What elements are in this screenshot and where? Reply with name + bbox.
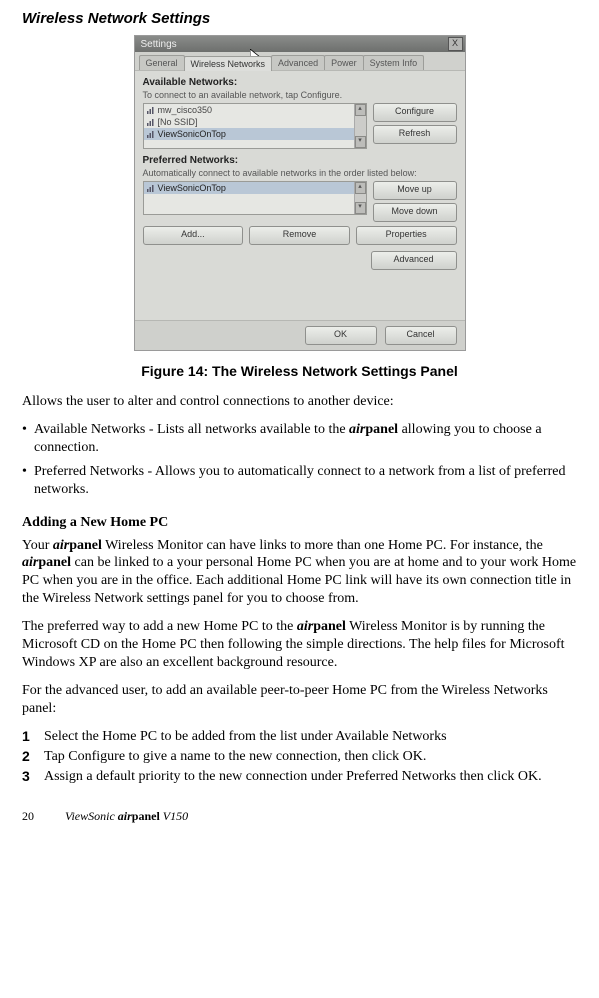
paragraph: The preferred way to add a new Home PC t… [22, 618, 577, 672]
scrollbar[interactable]: ▴▾ [354, 182, 366, 214]
close-icon[interactable]: X [448, 37, 463, 51]
ok-button[interactable]: OK [305, 326, 377, 345]
step-number: 2 [22, 748, 44, 766]
move-down-button[interactable]: Move down [373, 203, 457, 222]
available-networks-sub: To connect to an available network, tap … [143, 90, 457, 100]
remove-button[interactable]: Remove [249, 226, 350, 245]
text: Available Networks - Lists all networks … [34, 422, 349, 437]
bold-text: panel [132, 809, 160, 823]
text: can be linked to a your personal Home PC… [22, 555, 576, 606]
list-item[interactable]: [No SSID] [144, 116, 366, 128]
tab-wireless-networks[interactable]: Wireless Networks [184, 56, 273, 71]
bullet-list: Available Networks - Lists all networks … [22, 421, 577, 499]
intro-text: Allows the user to alter and control con… [22, 393, 577, 411]
tab-system-info[interactable]: System Info [363, 55, 425, 70]
tab-advanced[interactable]: Advanced [271, 55, 325, 70]
text: The preferred way to add a new Home PC t… [22, 619, 297, 634]
step-number: 1 [22, 728, 44, 746]
figure-caption: Figure 14: The Wireless Network Settings… [22, 363, 577, 379]
paragraph: Your airpanel Wireless Monitor can have … [22, 537, 577, 609]
bold-text: panel [38, 555, 71, 570]
cancel-button[interactable]: Cancel [385, 326, 457, 345]
italic-text: air [349, 422, 365, 437]
scroll-up-icon[interactable]: ▴ [355, 104, 366, 116]
italic-text: air [297, 619, 313, 634]
available-networks-group: Available Networks: To connect to an ava… [143, 77, 457, 149]
tab-power[interactable]: Power [324, 55, 364, 70]
preferred-networks-title: Preferred Networks: [143, 155, 457, 166]
italic-text: air [118, 809, 132, 823]
available-networks-list[interactable]: mw_cisco350 [No SSID] ViewSonicOnTop ▴▾ [143, 103, 367, 149]
scroll-up-icon[interactable]: ▴ [355, 182, 366, 194]
text: Wireless Monitor can have links to more … [102, 538, 543, 553]
step-text: Assign a default priority to the new con… [44, 768, 577, 786]
move-up-button[interactable]: Move up [373, 181, 457, 200]
tab-general[interactable]: General [139, 55, 185, 70]
bold-text: panel [365, 422, 398, 437]
scroll-down-icon[interactable]: ▾ [355, 202, 366, 214]
list-item[interactable]: mw_cisco350 [144, 104, 366, 116]
list-item-label: [No SSID] [158, 117, 198, 127]
list-item[interactable]: ViewSonicOnTop [144, 182, 366, 194]
num-item: 3Assign a default priority to the new co… [22, 768, 577, 786]
step-text: Select the Home PC to be added from the … [44, 728, 577, 746]
footer-model: V150 [160, 809, 188, 823]
signal-icon [147, 106, 155, 114]
italic-text: air [22, 555, 38, 570]
step-number: 3 [22, 768, 44, 786]
text: Your [22, 538, 53, 553]
italic-text: air [53, 538, 69, 553]
footer-brand: ViewSonic [65, 809, 118, 823]
preferred-networks-sub: Automatically connect to available netwo… [143, 168, 457, 178]
paragraph: For the advanced user, to add an availab… [22, 682, 577, 718]
numbered-list: 1Select the Home PC to be added from the… [22, 728, 577, 786]
step-text: Tap Configure to give a name to the new … [44, 748, 577, 766]
scrollbar[interactable]: ▴▾ [354, 104, 366, 148]
page-number: 20 [22, 809, 34, 823]
configure-button[interactable]: Configure [373, 103, 457, 122]
scroll-down-icon[interactable]: ▾ [355, 136, 366, 148]
window-title: Settings [141, 39, 177, 50]
add-button[interactable]: Add... [143, 226, 244, 245]
page-heading: Wireless Network Settings [22, 10, 577, 27]
list-item-label: mw_cisco350 [158, 105, 213, 115]
advanced-button[interactable]: Advanced [371, 251, 457, 270]
subheading: Adding a New Home PC [22, 515, 577, 531]
available-networks-title: Available Networks: [143, 77, 457, 88]
list-item[interactable]: ViewSonicOnTop [144, 128, 366, 140]
bold-text: panel [313, 619, 346, 634]
settings-window: Settings X General Wireless Networks Adv… [134, 35, 466, 351]
signal-icon [147, 130, 155, 138]
tab-bar: General Wireless Networks Advanced Power… [135, 52, 465, 71]
num-item: 1Select the Home PC to be added from the… [22, 728, 577, 746]
properties-button[interactable]: Properties [356, 226, 457, 245]
refresh-button[interactable]: Refresh [373, 125, 457, 144]
preferred-networks-group: Preferred Networks: Automatically connec… [143, 155, 457, 245]
signal-icon [147, 118, 155, 126]
list-item-label: ViewSonicOnTop [158, 129, 226, 139]
page-footer: 20 ViewSonic airpanel V150 [22, 809, 577, 824]
signal-icon [147, 184, 155, 192]
num-item: 2Tap Configure to give a name to the new… [22, 748, 577, 766]
bullet-item: Preferred Networks - Allows you to autom… [22, 463, 577, 499]
bold-text: panel [69, 538, 102, 553]
bullet-item: Available Networks - Lists all networks … [22, 421, 577, 457]
preferred-networks-list[interactable]: ViewSonicOnTop ▴▾ [143, 181, 367, 215]
list-item-label: ViewSonicOnTop [158, 183, 226, 193]
titlebar: Settings X [135, 36, 465, 52]
